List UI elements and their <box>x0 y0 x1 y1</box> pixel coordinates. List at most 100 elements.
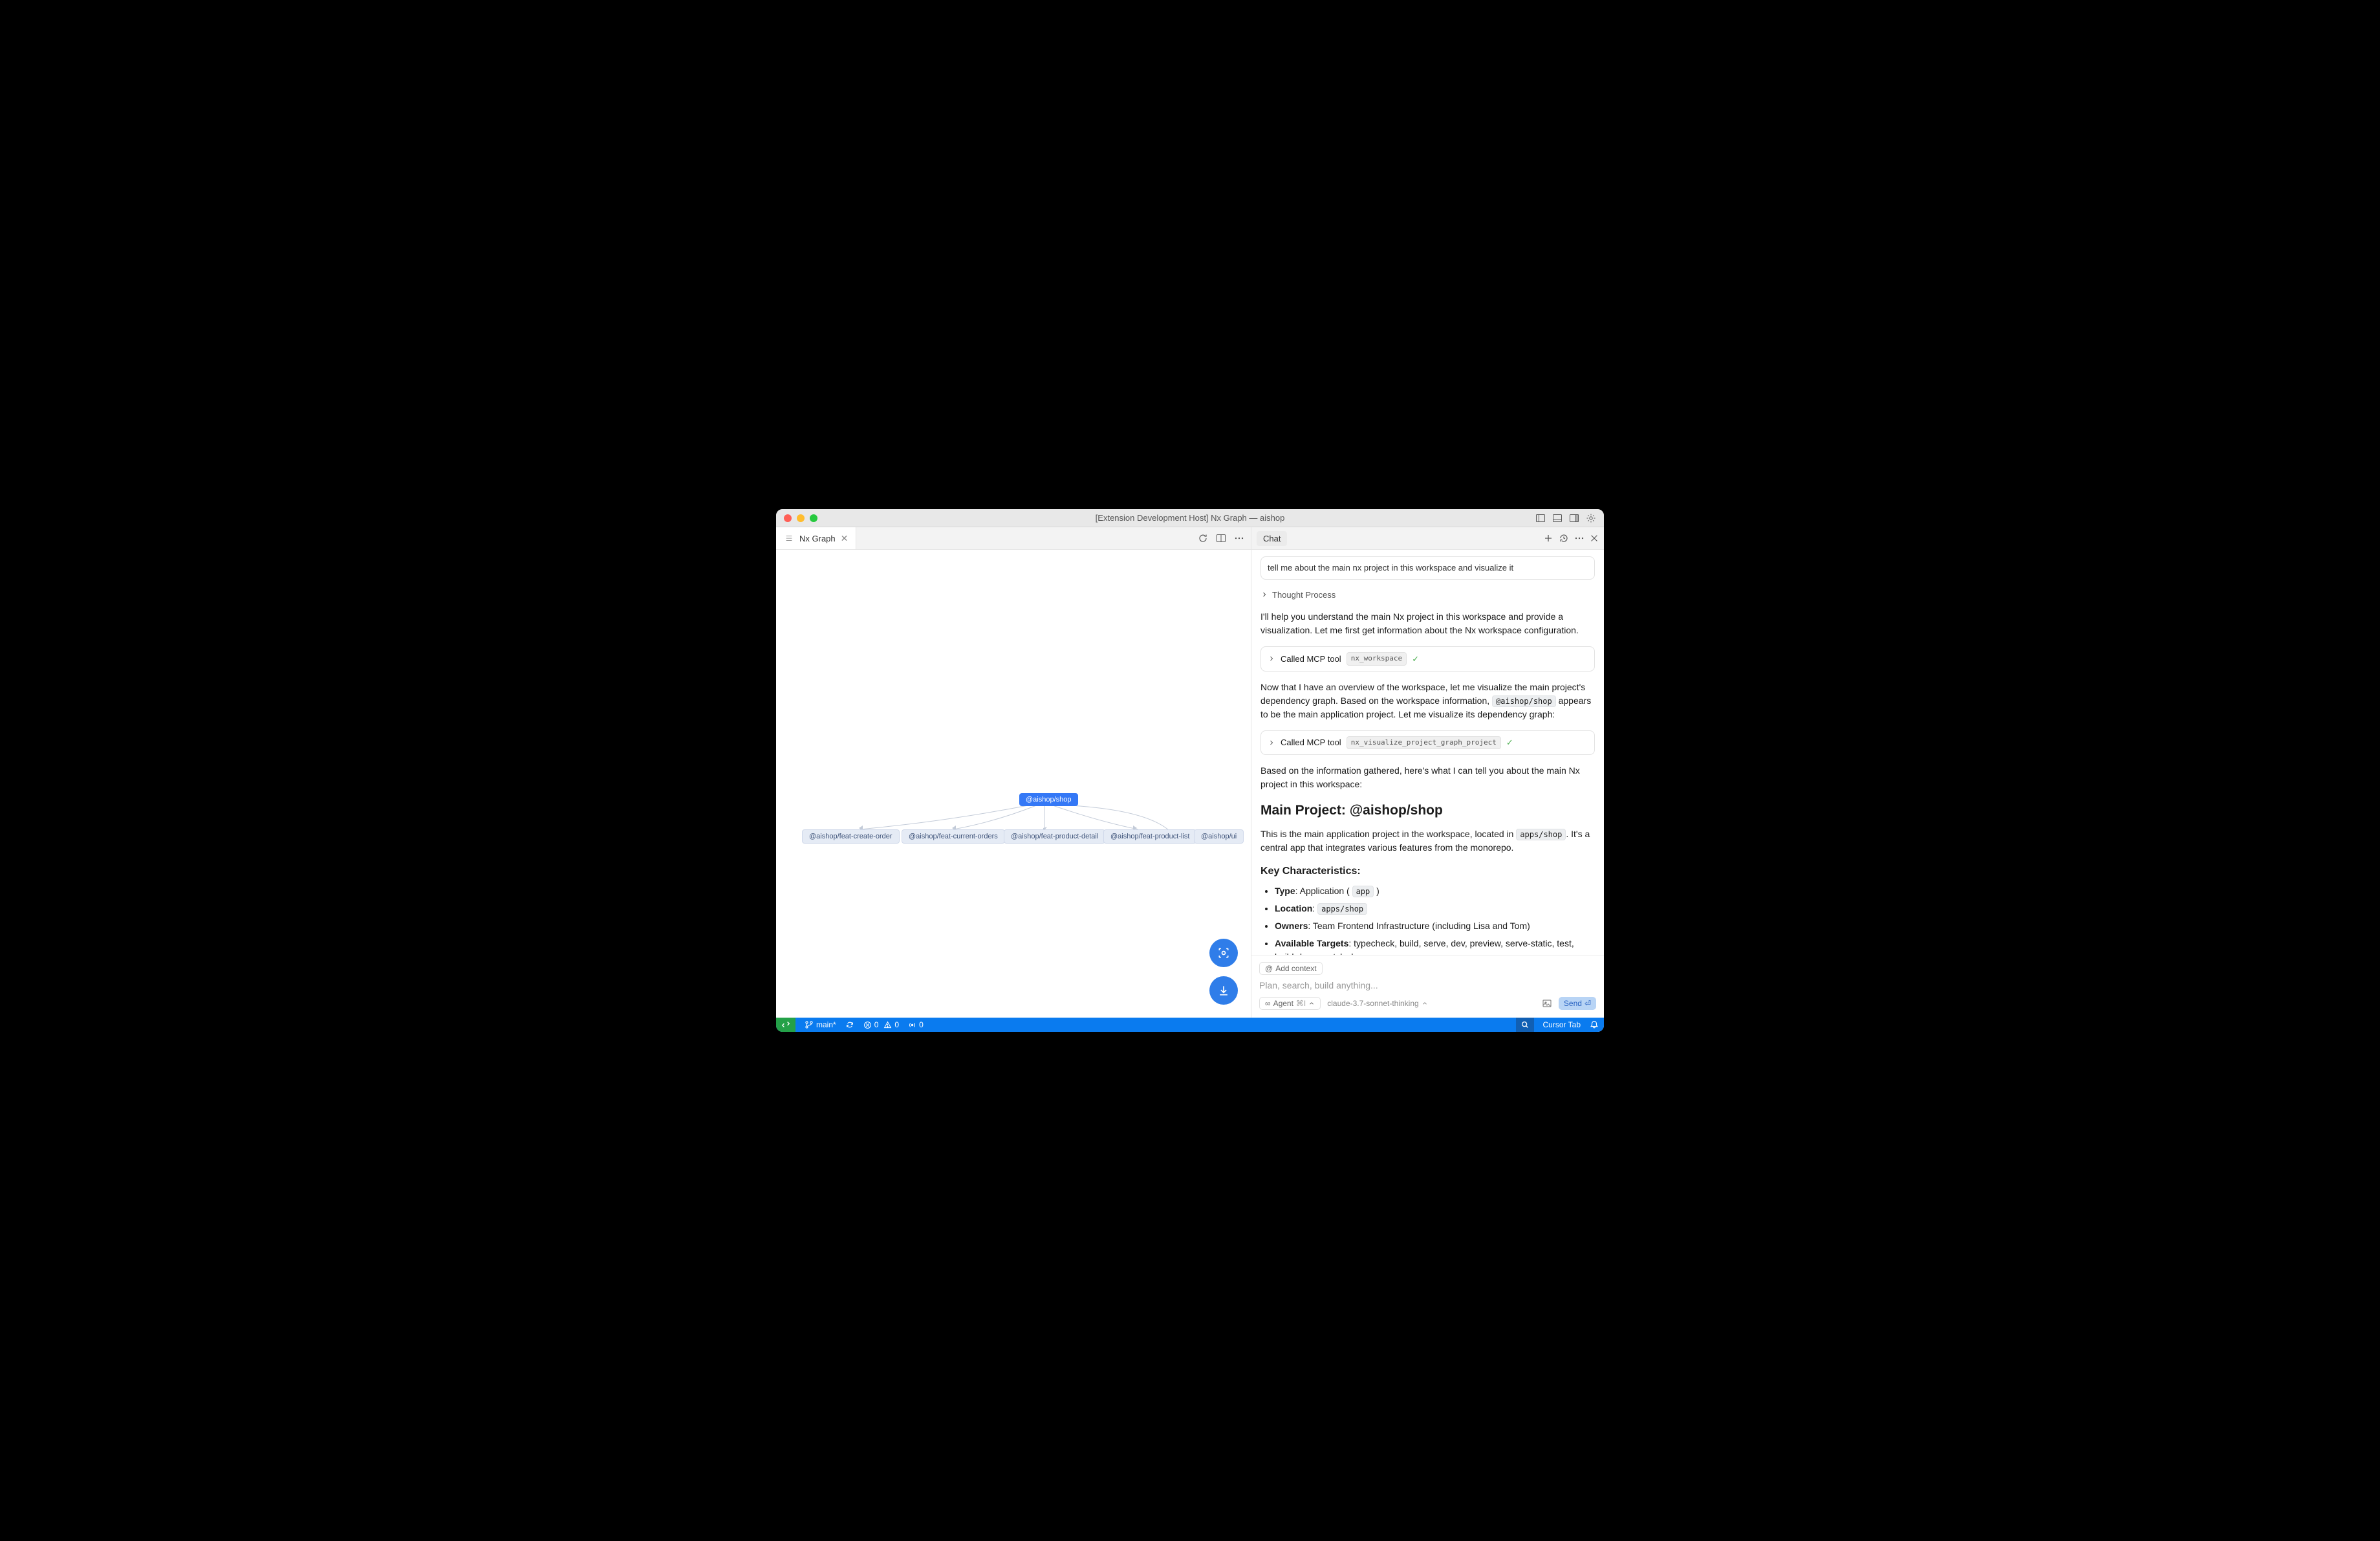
tab-nx-graph[interactable]: Nx Graph ✕ <box>776 527 856 549</box>
agent-mode-selector[interactable]: ∞ Agent ⌘I <box>1259 997 1321 1010</box>
close-window-button[interactable] <box>784 514 792 522</box>
tool-called-label: Called MCP tool <box>1281 736 1341 749</box>
chat-input[interactable]: Plan, search, build anything... <box>1259 979 1596 997</box>
title-bar: [Extension Development Host] Nx Graph — … <box>776 509 1604 527</box>
tool-called-label: Called MCP tool <box>1281 653 1341 666</box>
file-icon <box>784 533 794 543</box>
git-branch[interactable]: main* <box>805 1020 836 1029</box>
more-icon[interactable] <box>1574 533 1585 543</box>
graph-node-dep[interactable]: @aishop/ui <box>1194 829 1244 844</box>
close-icon[interactable]: ✕ <box>841 534 849 543</box>
heading-main-project: Main Project: @aishop/shop <box>1260 800 1595 821</box>
panel-left-icon[interactable] <box>1535 513 1546 523</box>
graph-node-dep[interactable]: @aishop/feat-product-list <box>1103 829 1196 844</box>
history-icon[interactable] <box>1559 533 1569 543</box>
inline-code: apps/shop <box>1516 829 1566 840</box>
enter-icon: ⏎ <box>1585 999 1591 1008</box>
warning-count: 0 <box>894 1020 899 1029</box>
chat-body[interactable]: tell me about the main nx project in thi… <box>1251 550 1604 955</box>
model-selector[interactable]: claude-3.7-sonnet-thinking <box>1327 999 1427 1008</box>
graph-node-dep[interactable]: @aishop/feat-current-orders <box>902 829 1005 844</box>
chat-panel: Chat tell me about the main nx project i… <box>1251 527 1604 1018</box>
text-span: This is the main application project in … <box>1260 829 1516 839</box>
tool-name: nx_visualize_project_graph_project <box>1347 736 1501 750</box>
check-icon: ✓ <box>1412 653 1419 666</box>
graph-node-root[interactable]: @aishop/shop <box>1019 793 1078 806</box>
assistant-paragraph: I'll help you understand the main Nx pro… <box>1260 610 1595 637</box>
new-chat-icon[interactable] <box>1543 533 1553 543</box>
split-editor-icon[interactable] <box>1216 533 1226 543</box>
error-count: 0 <box>874 1020 879 1029</box>
text-span: : Team Frontend Infrastructure (includin… <box>1308 921 1530 931</box>
thought-process-toggle[interactable]: Thought Process <box>1260 589 1595 602</box>
maximize-window-button[interactable] <box>810 514 817 522</box>
chevron-up-icon <box>1422 1000 1428 1007</box>
list-item: Available Targets: typecheck, build, ser… <box>1275 937 1595 956</box>
chevron-right-icon <box>1260 591 1268 598</box>
problems-indicator[interactable]: 0 0 <box>863 1020 899 1029</box>
label: Owners <box>1275 921 1308 931</box>
tab-chat[interactable]: Chat <box>1257 531 1287 546</box>
characteristics-list: Type: Application ( app ) Location: apps… <box>1260 884 1595 956</box>
chat-tabbar: Chat <box>1251 527 1604 550</box>
more-icon[interactable] <box>1234 533 1244 543</box>
panel-bottom-icon[interactable] <box>1552 513 1563 523</box>
tool-name: nx_workspace <box>1347 652 1407 666</box>
graph-node-dep[interactable]: @aishop/feat-product-detail <box>1004 829 1105 844</box>
scan-button[interactable] <box>1209 939 1238 967</box>
fab-stack <box>1209 939 1238 1005</box>
tool-call[interactable]: Called MCP tool nx_workspace ✓ <box>1260 646 1595 672</box>
minimize-window-button[interactable] <box>797 514 805 522</box>
list-item: Type: Application ( app ) <box>1275 884 1595 898</box>
tab-label: Nx Graph <box>799 534 836 543</box>
add-context-label: Add context <box>1275 964 1316 973</box>
shortcut: ⌘I <box>1296 999 1306 1008</box>
close-icon[interactable] <box>1590 534 1599 543</box>
refresh-icon[interactable] <box>1198 533 1208 543</box>
window-title: [Extension Development Host] Nx Graph — … <box>776 513 1604 523</box>
panel-right-icon[interactable] <box>1569 513 1579 523</box>
text-span: ) <box>1374 886 1379 896</box>
bell-icon[interactable] <box>1590 1020 1599 1029</box>
ports-indicator[interactable]: 0 <box>908 1020 924 1029</box>
thought-label: Thought Process <box>1272 589 1336 602</box>
chevron-right-icon <box>1268 655 1275 662</box>
workbench: Nx Graph ✕ <box>776 527 1604 1018</box>
add-context-button[interactable]: @ Add context <box>1259 962 1323 975</box>
send-label: Send <box>1564 999 1582 1008</box>
label: Type <box>1275 886 1295 896</box>
warning-icon <box>883 1021 892 1029</box>
gear-icon[interactable] <box>1586 513 1596 523</box>
cursor-tab-label[interactable]: Cursor Tab <box>1543 1020 1581 1029</box>
download-button[interactable] <box>1209 976 1238 1005</box>
editor-area: Nx Graph ✕ <box>776 527 1251 1018</box>
graph-node-dep[interactable]: @aishop/feat-create-order <box>802 829 900 844</box>
image-icon[interactable] <box>1542 998 1552 1009</box>
traffic-lights <box>784 514 817 522</box>
chat-input-area: @ Add context Plan, search, build anythi… <box>1251 955 1604 1018</box>
infinity-icon: ∞ <box>1265 999 1271 1008</box>
assistant-paragraph: Now that I have an overview of the works… <box>1260 681 1595 721</box>
editor-tabbar: Nx Graph ✕ <box>776 527 1251 550</box>
model-name: claude-3.7-sonnet-thinking <box>1327 999 1418 1008</box>
branch-icon <box>805 1020 814 1029</box>
vscode-window: [Extension Development Host] Nx Graph — … <box>776 509 1604 1032</box>
chevron-up-icon <box>1308 1000 1315 1007</box>
remote-indicator[interactable] <box>776 1018 795 1032</box>
send-button[interactable]: Send ⏎ <box>1559 997 1596 1010</box>
text-span: : Application ( <box>1295 886 1352 896</box>
title-actions <box>1535 513 1596 523</box>
user-message: tell me about the main nx project in thi… <box>1260 556 1595 580</box>
search-button[interactable] <box>1516 1018 1534 1032</box>
tool-call[interactable]: Called MCP tool nx_visualize_project_gra… <box>1260 730 1595 756</box>
chat-input-toolbar: ∞ Agent ⌘I claude-3.7-sonnet-thinking Se… <box>1259 997 1596 1010</box>
list-item: Owners: Team Frontend Infrastructure (in… <box>1275 919 1595 933</box>
check-icon: ✓ <box>1506 736 1513 749</box>
list-item: Location: apps/shop <box>1275 902 1595 915</box>
text-span: : <box>1312 903 1317 913</box>
label: Available Targets <box>1275 938 1348 948</box>
label: Location <box>1275 903 1312 913</box>
nx-graph-canvas[interactable]: @aishop/shop @aishop/feat-create-order @… <box>776 550 1251 1018</box>
assistant-paragraph: Based on the information gathered, here'… <box>1260 764 1595 791</box>
sync-icon[interactable] <box>845 1020 854 1029</box>
